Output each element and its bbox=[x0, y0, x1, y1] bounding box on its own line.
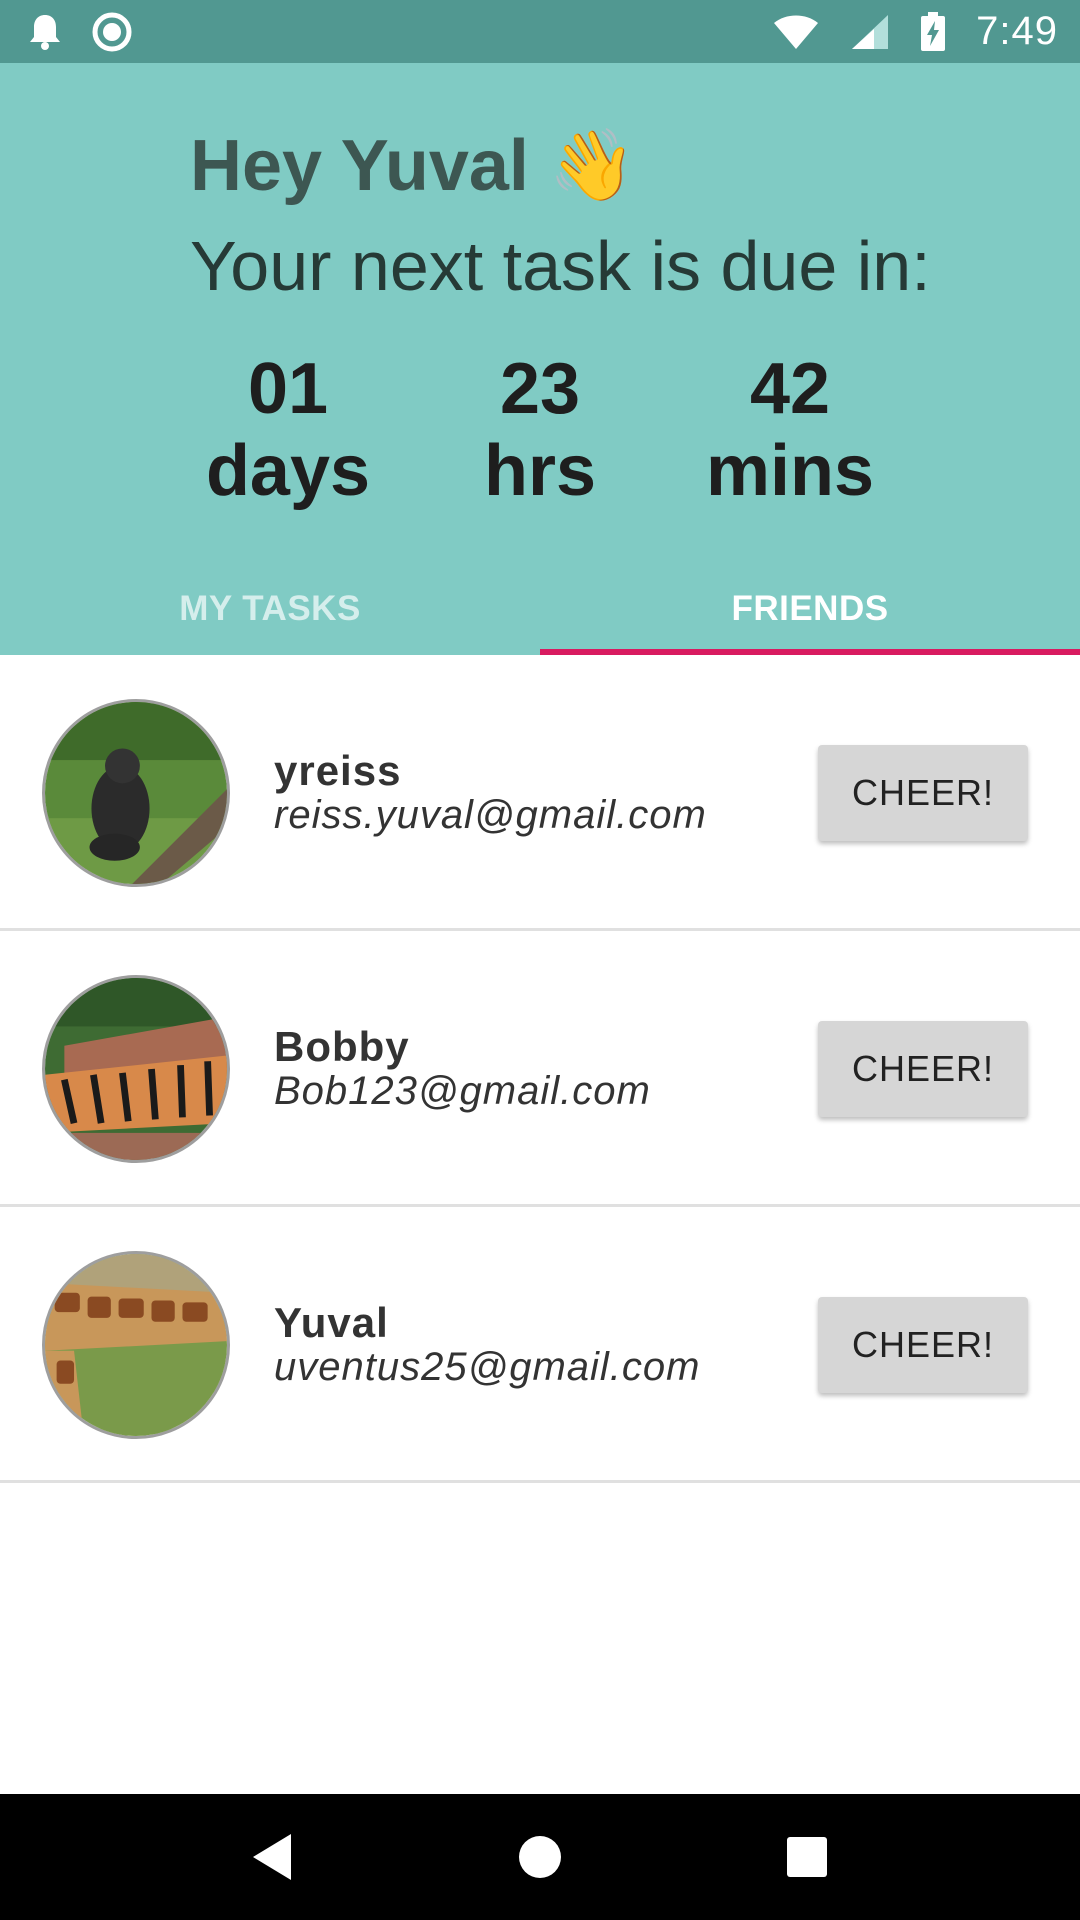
header: Hey Yuval 👋 Your next task is due in: 01… bbox=[0, 63, 1080, 655]
list-item: Bobby Bob123@gmail.com CHEER! bbox=[0, 931, 1080, 1207]
greeting: Hey Yuval 👋 bbox=[190, 125, 636, 207]
countdown-value: 01 bbox=[247, 349, 329, 429]
sync-icon bbox=[92, 12, 132, 52]
battery-charging-icon bbox=[920, 11, 946, 52]
gorilla-photo bbox=[45, 702, 227, 884]
countdown-value: 23 bbox=[499, 349, 581, 429]
home-icon[interactable] bbox=[495, 1812, 585, 1902]
countdown-label: mins bbox=[705, 431, 875, 511]
status-time: 7:49 bbox=[976, 9, 1058, 53]
list-item: Yuval uventus25@gmail.com CHEER! bbox=[0, 1207, 1080, 1483]
list-item: yreiss reiss.yuval@gmail.com CHEER! bbox=[0, 655, 1080, 931]
cheer-button[interactable]: CHEER! bbox=[818, 745, 1028, 841]
cheer-button[interactable]: CHEER! bbox=[818, 1297, 1028, 1393]
friend-name: yreiss bbox=[274, 747, 402, 794]
friend-email: uventus25@gmail.com bbox=[274, 1345, 701, 1389]
tab-my-tasks[interactable]: MY TASKS bbox=[0, 563, 540, 655]
tiger-photo bbox=[45, 978, 227, 1160]
countdown-hours: 23 hrs bbox=[420, 348, 660, 512]
status-bar: 7:49 bbox=[0, 0, 1080, 63]
friend-email: reiss.yuval@gmail.com bbox=[274, 793, 707, 837]
greeting-text: Hey Yuval bbox=[190, 126, 529, 206]
tab-bar: MY TASKS FRIENDS bbox=[0, 563, 1080, 655]
due-text: Your next task is due in: bbox=[190, 227, 931, 305]
friend-name: Yuval bbox=[274, 1299, 389, 1346]
tab-friends[interactable]: FRIENDS bbox=[540, 563, 1080, 655]
friend-name: Bobby bbox=[274, 1023, 410, 1070]
giraffe-photo bbox=[45, 1254, 227, 1436]
countdown: 01 days 23 hrs 42 mins bbox=[0, 348, 1080, 518]
status-right: 7:49 bbox=[772, 9, 1058, 54]
avatar-giraffe bbox=[42, 1251, 230, 1439]
recents-icon[interactable] bbox=[762, 1812, 852, 1902]
status-left bbox=[28, 12, 132, 52]
friends-list: yreiss reiss.yuval@gmail.com CHEER! Bobb… bbox=[0, 655, 1080, 1483]
back-icon[interactable] bbox=[228, 1812, 318, 1902]
countdown-label: days bbox=[205, 431, 371, 511]
countdown-minutes: 42 mins bbox=[670, 348, 910, 512]
waving-hand-icon: 👋 bbox=[548, 126, 637, 204]
countdown-value: 42 bbox=[749, 349, 831, 429]
countdown-days: 01 days bbox=[168, 348, 408, 512]
navigation-bar bbox=[0, 1794, 1080, 1920]
cheer-button[interactable]: CHEER! bbox=[818, 1021, 1028, 1117]
avatar-gorilla bbox=[42, 699, 230, 887]
signal-icon bbox=[850, 13, 890, 51]
countdown-label: hrs bbox=[483, 431, 597, 511]
bell-icon bbox=[28, 13, 62, 51]
wifi-icon bbox=[772, 13, 820, 51]
friend-email: Bob123@gmail.com bbox=[274, 1069, 651, 1113]
avatar-tiger bbox=[42, 975, 230, 1163]
